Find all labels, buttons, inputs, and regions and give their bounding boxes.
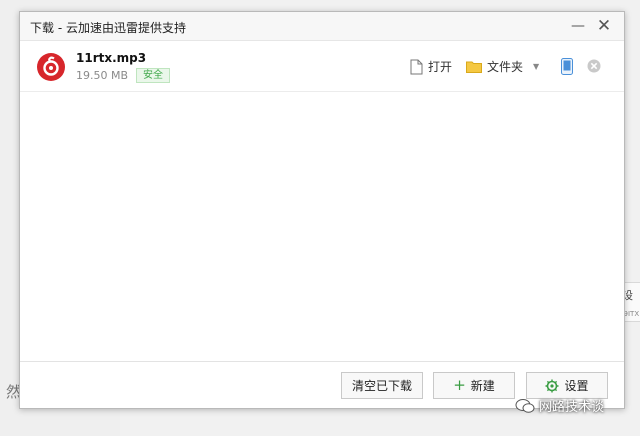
safe-badge: 安全 <box>136 68 170 83</box>
plus-icon: + <box>453 376 466 394</box>
netease-music-icon <box>37 53 65 81</box>
close-button[interactable]: ✕ <box>593 16 615 36</box>
phone-icon[interactable] <box>561 58 573 75</box>
chevron-down-icon[interactable]: ▼ <box>533 62 539 71</box>
new-download-label: 新建 <box>470 379 495 393</box>
gear-icon <box>545 379 559 392</box>
clear-downloaded-button[interactable]: 清空已下载 <box>341 372 423 399</box>
title-bar[interactable]: 下载 - 云加速由迅雷提供支持 — ✕ <box>20 12 624 41</box>
wechat-icon <box>515 398 535 413</box>
file-size: 19.50 MB <box>76 69 129 82</box>
watermark: 网路技术谈 <box>515 396 604 415</box>
minimize-button[interactable]: — <box>567 16 589 36</box>
folder-icon <box>466 61 482 73</box>
open-file-label: 打开 <box>428 60 453 74</box>
file-name: 11rtx.mp3 <box>76 51 147 65</box>
new-download-button[interactable]: + 新建 <box>433 372 515 399</box>
download-dialog: 下载 - 云加速由迅雷提供支持 — ✕ 11rtx.mp3 19.50 MB 安… <box>19 11 625 409</box>
download-item[interactable]: 11rtx.mp3 19.50 MB 安全 打开 文件夹 ▼ <box>20 42 624 92</box>
window-title: 下载 - 云加速由迅雷提供支持 <box>30 21 186 35</box>
settings-label: 设置 <box>564 379 589 393</box>
watermark-text: 网路技术谈 <box>539 400 605 415</box>
settings-button[interactable]: 设置 <box>526 372 608 399</box>
open-folder-label: 文件夹 <box>487 60 524 74</box>
remove-icon[interactable] <box>587 59 601 73</box>
open-folder-button[interactable]: 文件夹 <box>466 58 523 75</box>
clear-downloaded-label: 清空已下载 <box>351 379 412 393</box>
file-icon <box>410 59 423 74</box>
open-file-button[interactable]: 打开 <box>410 58 452 75</box>
